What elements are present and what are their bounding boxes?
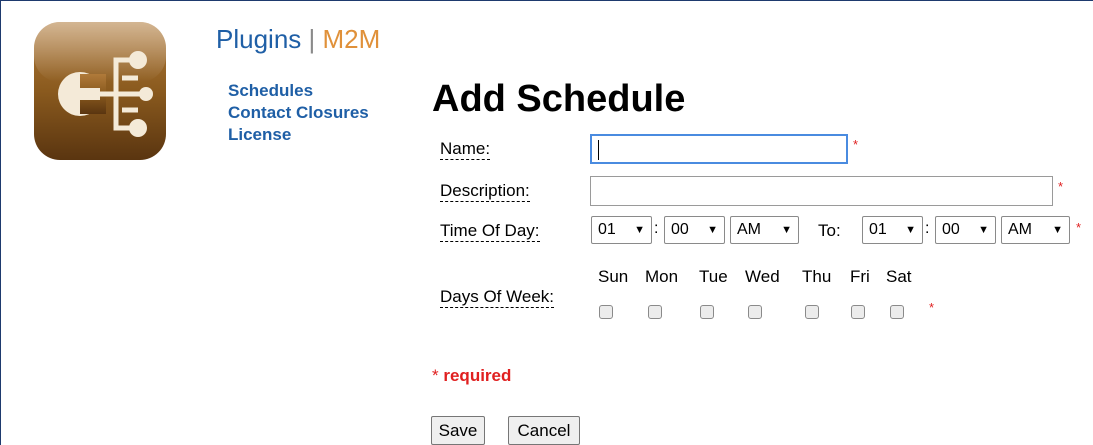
time-colon: :: [654, 220, 659, 237]
header-separator: |: [308, 24, 316, 54]
days-of-week-label: Days Of Week:: [440, 287, 554, 308]
header-title: Plugins | M2M: [216, 24, 380, 55]
to-ampm-value: AM: [1008, 221, 1032, 238]
dropdown-arrow-icon: ▼: [1052, 224, 1063, 236]
from-hour-select[interactable]: 01 ▼: [591, 216, 652, 244]
plugins-label[interactable]: Plugins: [216, 24, 301, 54]
day-label-fri: Fri: [850, 267, 870, 286]
plugin-name: M2M: [322, 24, 381, 54]
day-label-thu: Thu: [802, 267, 832, 286]
text-caret: [598, 140, 599, 160]
save-button[interactable]: Save: [431, 416, 485, 445]
time-required-marker: *: [1076, 220, 1082, 235]
day-checkbox-wed[interactable]: [748, 305, 762, 319]
to-minute-select[interactable]: 00 ▼: [935, 216, 996, 244]
day-label-wed: Wed: [745, 267, 780, 286]
day-label-sun: Sun: [598, 267, 629, 286]
from-ampm-select[interactable]: AM ▼: [730, 216, 799, 244]
day-checkbox-mon[interactable]: [648, 305, 662, 319]
cancel-button[interactable]: Cancel: [508, 416, 580, 445]
to-hour-value: 01: [869, 221, 887, 238]
name-input[interactable]: [590, 134, 848, 164]
day-checkbox-sun[interactable]: [599, 305, 613, 319]
required-note: * required: [432, 366, 511, 386]
to-label: To:: [818, 221, 841, 240]
required-note-text: required: [443, 366, 512, 385]
to-minute-value: 00: [942, 221, 960, 238]
m2m-plugin-logo-icon: [30, 18, 170, 164]
name-label: Name:: [440, 139, 491, 160]
name-required-marker: *: [853, 137, 859, 152]
nav-link-schedules[interactable]: Schedules: [228, 80, 369, 102]
day-checkbox-tue[interactable]: [700, 305, 714, 319]
description-required-marker: *: [1058, 179, 1064, 194]
dropdown-arrow-icon: ▼: [634, 224, 645, 236]
nav-link-license[interactable]: License: [228, 124, 369, 146]
dropdown-arrow-icon: ▼: [978, 224, 989, 236]
time-colon: :: [925, 220, 930, 237]
day-label-sat: Sat: [886, 267, 912, 286]
required-note-star: *: [432, 366, 439, 385]
day-label-mon: Mon: [645, 267, 679, 286]
days-required-marker: *: [929, 300, 935, 315]
plugin-nav: Schedules Contact Closures License: [228, 80, 369, 146]
day-checkbox-fri[interactable]: [851, 305, 865, 319]
time-of-day-label: Time Of Day:: [440, 221, 540, 242]
dropdown-arrow-icon: ▼: [707, 224, 718, 236]
description-label: Description:: [440, 181, 530, 202]
from-ampm-value: AM: [737, 221, 761, 238]
nav-link-contact-closures[interactable]: Contact Closures: [228, 102, 369, 124]
day-label-tue: Tue: [699, 267, 728, 286]
dropdown-arrow-icon: ▼: [781, 224, 792, 236]
page-title: Add Schedule: [432, 78, 686, 120]
from-minute-value: 00: [671, 221, 689, 238]
description-input[interactable]: [590, 176, 1053, 206]
dropdown-arrow-icon: ▼: [905, 224, 916, 236]
from-hour-value: 01: [598, 221, 616, 238]
day-checkbox-thu[interactable]: [805, 305, 819, 319]
to-ampm-select[interactable]: AM ▼: [1001, 216, 1070, 244]
to-hour-select[interactable]: 01 ▼: [862, 216, 923, 244]
day-checkbox-sat[interactable]: [890, 305, 904, 319]
from-minute-select[interactable]: 00 ▼: [664, 216, 725, 244]
